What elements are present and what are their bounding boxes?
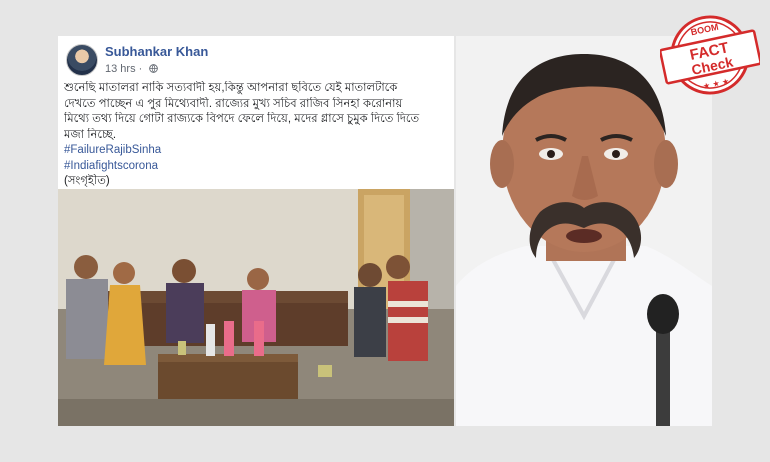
facebook-post-card: Subhankar Khan 13 hrs · শুনেছি মাতালরা ন… [58, 36, 454, 426]
fact-check-stamp-icon: BOOM FACT Check ★ ★ ★ [660, 15, 760, 95]
avatar[interactable] [66, 44, 98, 76]
post-body-line: শুনেছি মাতালরা নাকি সত্যবাদী হয়,কিন্তু … [64, 82, 398, 94]
globe-icon [149, 64, 159, 73]
post-body-line: মজা নিচ্ছে. [64, 128, 117, 141]
post-body-line: মিথ্যে তথ্য দিয়ে গোটা রাজ্যকে বিপদে ফেল… [64, 113, 420, 125]
hashtag-link[interactable]: #Indiafightscorona [64, 159, 448, 175]
post-credit: (সংগৃহীত) [64, 175, 110, 187]
post-header: Subhankar Khan 13 hrs · [66, 42, 446, 80]
post-body-line: দেখতে পাচ্ছেন এ পুর মিথ্যেবাদী. রাজ্যের … [64, 97, 403, 110]
post-timestamp[interactable]: 13 hrs · [105, 63, 145, 75]
post-body: শুনেছি মাতালরা নাকি সত্যবাদী হয়,কিন্তু … [64, 81, 448, 190]
author-name[interactable]: Subhankar Khan [105, 44, 208, 59]
post-photo[interactable] [58, 189, 454, 426]
hashtag-link[interactable]: #FailureRajibSinha [64, 143, 448, 159]
post-meta: 13 hrs · [105, 63, 159, 75]
